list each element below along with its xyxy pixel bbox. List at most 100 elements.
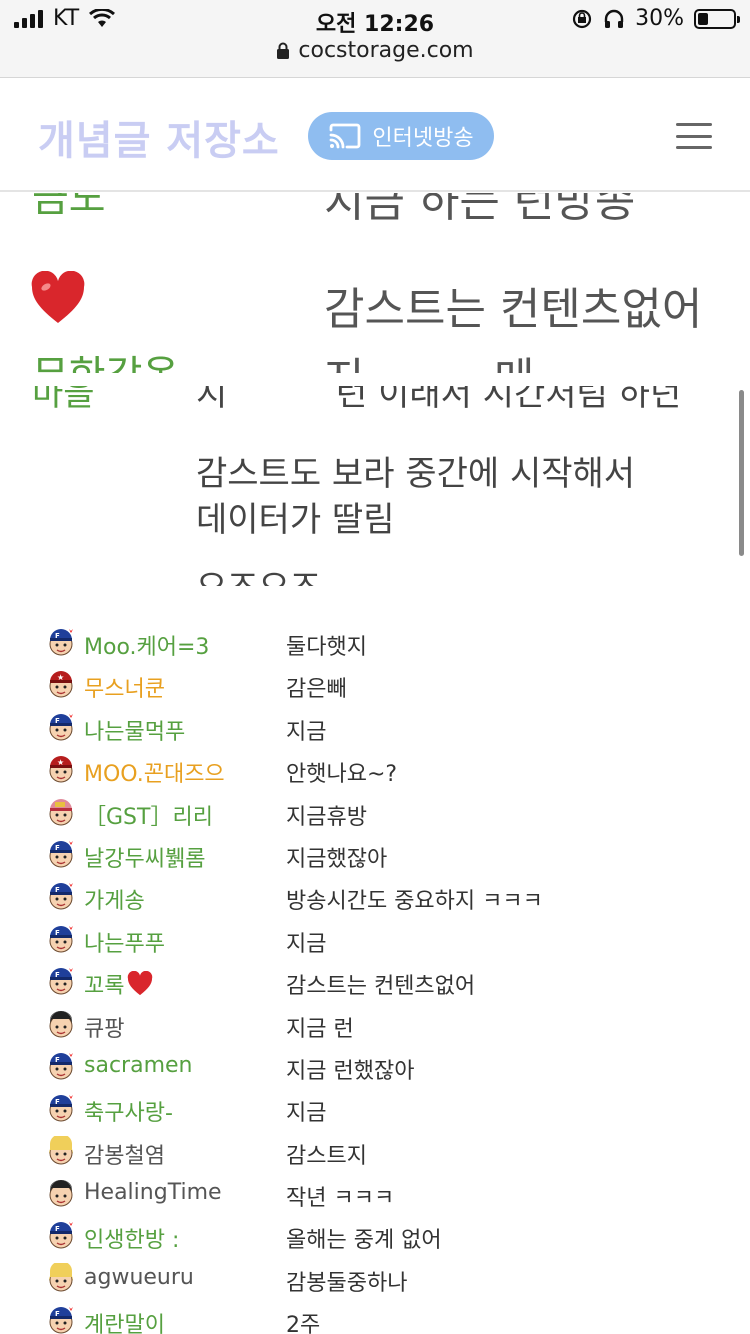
chat-row: F 축구사랑- 지금 [0,1091,750,1133]
user-avatar-icon: F [49,1095,73,1122]
battery-fill [698,12,709,25]
chat-row: Fsacramen 지금 런했잖아 [0,1049,750,1091]
chat-row: HealingTime 작년 ㅋㅋㅋ [0,1176,750,1218]
svg-text:F: F [55,632,60,640]
cut-message-bottom: 지 [324,343,364,373]
chat-message: 2주 [286,1313,321,1334]
cut-nick-bottom: 무한감옹 [32,343,179,373]
user-avatar-icon [49,798,73,826]
chat-message: 지금 런 [286,1016,354,1042]
user-avatar-icon [49,1262,73,1292]
user-avatar-icon: F [49,1052,73,1080]
user-avatar-icon: F [49,840,73,868]
chat-message: 지금휴방 [286,804,367,830]
zoomed-chat-snippet-2: 마을 지 런 이래서 시간처럼 하던 감스트도 보라 중간에 시작해서 데이터가… [0,386,750,586]
broadcast-button[interactable]: 인터넷방송 [308,112,494,160]
svg-text:F: F [55,844,60,852]
chat-nickname[interactable]: Moo.케어=3 [84,629,209,661]
chat-message: 올해는 중계 없어 [286,1228,442,1254]
battery-percent: 30% [635,6,684,31]
user-avatar-icon: ★ [49,756,73,783]
svg-text:F: F [55,1098,60,1106]
heart-icon [128,971,153,996]
cast-icon [329,123,361,149]
cut-message: 지금 하는 런방송 [324,193,636,227]
chat-nickname[interactable]: 인생한방 : [84,1222,179,1254]
url-bar[interactable]: cocstorage.com [0,38,750,63]
svg-text:F: F [55,1225,60,1233]
zoomed-line-2: 데이터가 딸림 [196,500,395,540]
svg-text:★: ★ [57,673,64,682]
chat-message: 감스트지 [286,1143,367,1169]
broadcast-label: 인터넷방송 [372,126,474,151]
chat-nickname[interactable]: 가게송 [84,883,145,915]
user-avatar-icon: F [49,1222,73,1249]
headphones-icon [604,9,624,28]
user-avatar-icon: F [49,968,73,995]
chat-row: ★ 무스너쿤 감은빼 [0,667,750,709]
chat-nickname[interactable]: ［GST］리리 [84,799,213,831]
cut-text: 지 [196,386,228,414]
chat-message: 감봉둘중하나 [286,1270,408,1296]
user-avatar-icon: ★ [49,671,73,698]
chat-nickname[interactable]: 꼬록 [84,968,154,1000]
chat-row: F 나는물먹푸 지금 [0,710,750,752]
chat-row: 감봉철염 감스트지 [0,1134,750,1176]
status-bar: KT 오전 12:26 30% [0,6,750,37]
chat-message: 지금 [286,1101,327,1127]
svg-text:F: F [55,1056,60,1064]
chat-nickname[interactable]: 큐팡 [84,1011,124,1043]
chat-nickname[interactable]: 계란말이 [84,1307,165,1334]
svg-text:F: F [55,1310,60,1318]
site-header: 개념글 저장소 인터넷방송 [0,78,750,192]
chat-message: 지금 [286,931,327,957]
scrollbar[interactable] [739,390,744,556]
battery-icon [694,8,740,29]
lock-icon [277,42,290,59]
zoomed-line-1: 감스트도 보라 중간에 시작해서 [196,454,636,494]
user-avatar-icon [49,1135,73,1165]
chat-row: F 꼬록 감스트는 컨텐츠없어 [0,964,750,1006]
chat-row: agwueuru 감봉둘중하나 [0,1261,750,1303]
chat-row: 큐팡 지금 런 [0,1007,750,1049]
chat-row: F 날강두씨뷁롬 지금했잖아 [0,837,750,879]
chat-row: F 계란말이 2주 [0,1303,750,1334]
user-avatar-icon: F [49,629,73,656]
cut-nick: 마을 [32,386,95,414]
chat-message: 감스트는 컨텐츠없어 [286,974,476,1000]
chat-message: 안햇나요~? [286,762,398,788]
chat-row: ［GST］리리 지금휴방 [0,795,750,837]
site-logo[interactable]: 개념글 저장소 [38,108,280,166]
cut-nick: 금도 [32,193,106,221]
svg-text:F: F [55,717,60,725]
menu-icon[interactable] [676,123,712,149]
svg-text:F: F [55,971,60,979]
chat-nickname[interactable]: 나는물먹푸 [84,714,185,746]
user-avatar-icon [49,1010,73,1038]
chat-message: 작년 ㅋㅋㅋ [286,1186,395,1212]
rotation-lock-icon [572,9,592,28]
chat-nickname[interactable]: 나는푸푸 [84,926,165,958]
chat-nickname[interactable]: sacramen [84,1053,192,1078]
chat-list: F Moo.케어=3 둘다햇지 ★ 무스너쿤 감은빼 F 나는물먹푸 지금 ★ MOO.꼰대즈으 안햇… [0,625,750,1334]
chat-row: F 인생한방 : 올해는 중계 없어 [0,1218,750,1260]
chat-message: 방송시간도 중요하지 ㅋㅋㅋ [286,889,543,915]
user-avatar-icon: F [49,925,73,953]
zoomed-message: 감스트는 컨텐츠없어 [324,284,703,335]
url-text: cocstorage.com [298,38,474,63]
chat-nickname[interactable]: agwueuru [84,1265,194,1290]
chat-nickname[interactable]: 무스너쿤 [84,671,165,703]
chat-row: F 가게송 방송시간도 중요하지 ㅋㅋㅋ [0,879,750,921]
chat-row: ★ MOO.꼰대즈으 안햇나요~? [0,752,750,794]
cut-text-right: 런 이래서 시간처럼 하던 [336,386,682,414]
chat-nickname[interactable]: MOO.꼰대즈으 [84,756,225,788]
chat-nickname[interactable]: 축구사랑- [84,1095,173,1127]
svg-text:★: ★ [57,758,64,767]
chat-nickname[interactable]: HealingTime [84,1180,222,1205]
cut-text-bottom: 오즈오즈 [196,560,321,586]
chat-nickname[interactable]: 감봉철염 [84,1138,165,1170]
zoomed-chat-snippet-1: 금도 지금 하는 런방송 감스트는 컨텐츠없어 무한감옹 지 메 [0,193,750,373]
chat-nickname[interactable]: 날강두씨뷁롬 [84,841,205,873]
heart-icon [31,271,85,323]
user-avatar-icon: F [49,883,73,910]
